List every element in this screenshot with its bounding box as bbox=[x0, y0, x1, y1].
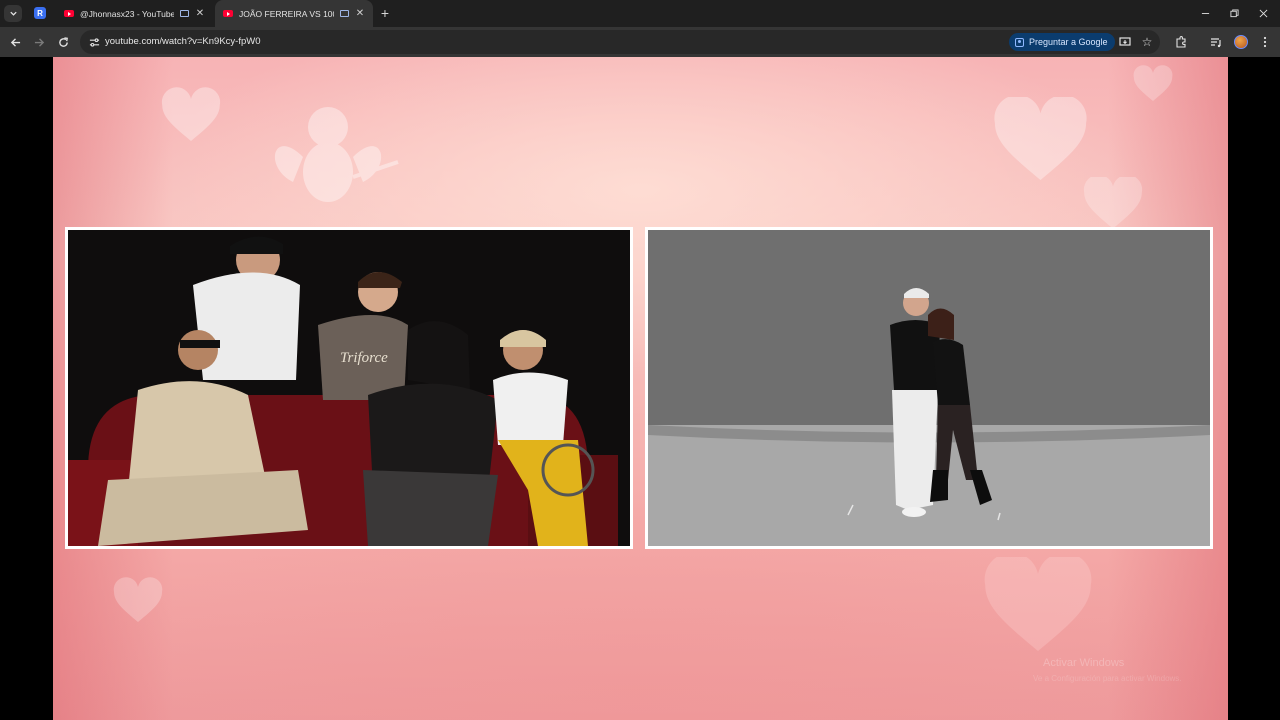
heart-decoration-icon bbox=[993, 94, 1088, 187]
video-frame-left: Triforce bbox=[65, 227, 633, 549]
close-tab-icon[interactable]: ✕ bbox=[355, 8, 365, 19]
media-controls-icon[interactable] bbox=[1209, 35, 1223, 49]
windows-activation-subtitle: Ve a Configuración para activar Windows. bbox=[1033, 674, 1182, 683]
address-bar[interactable]: youtube.com/watch?v=Kn9Kcy-fpW0 Pregunta… bbox=[80, 30, 1160, 54]
cupid-decoration-icon bbox=[253, 87, 403, 227]
new-tab-icon[interactable]: + bbox=[378, 6, 392, 20]
ask-google-label: Preguntar a Google bbox=[1029, 37, 1108, 47]
more-menu-icon[interactable] bbox=[1258, 35, 1272, 49]
extensions-puzzle-icon[interactable] bbox=[1174, 35, 1188, 49]
heart-decoration-icon bbox=[161, 87, 221, 147]
google-lens-icon bbox=[1015, 37, 1024, 47]
tab-active-video[interactable]: JOÃO FERREIRA VS 100 MU ✕ bbox=[215, 0, 373, 27]
video-frame-right bbox=[645, 227, 1213, 549]
site-settings-icon[interactable] bbox=[88, 36, 100, 48]
heart-decoration-icon bbox=[983, 552, 1093, 657]
forward-arrow-icon[interactable] bbox=[31, 34, 47, 50]
heart-decoration-icon bbox=[1083, 174, 1143, 232]
shirt-text: Triforce bbox=[340, 350, 388, 366]
heart-decoration-icon bbox=[113, 577, 163, 627]
heart-decoration-icon bbox=[1133, 65, 1173, 105]
video-player[interactable]: Triforce Activar Windows Ve a Configurac… bbox=[53, 57, 1228, 720]
tab-title: @Jhonnasx23 - YouTube bbox=[80, 8, 174, 19]
tab-strip: R @Jhonnasx23 - YouTube ✕ JOÃO FERREIRA … bbox=[0, 0, 1280, 27]
browser-toolbar: youtube.com/watch?v=Kn9Kcy-fpW0 Pregunta… bbox=[0, 27, 1280, 57]
chevron-down-icon bbox=[9, 11, 17, 16]
restore-icon[interactable] bbox=[1227, 6, 1241, 20]
install-app-icon[interactable] bbox=[1118, 35, 1132, 49]
tab-search-button[interactable] bbox=[4, 5, 22, 22]
url-text[interactable]: youtube.com/watch?v=Kn9Kcy-fpW0 bbox=[105, 36, 261, 47]
picture-in-picture-icon bbox=[180, 10, 189, 17]
ask-google-button[interactable]: Preguntar a Google bbox=[1009, 33, 1115, 51]
close-window-icon[interactable] bbox=[1256, 6, 1270, 20]
page-content: Triforce Activar Windows Ve a Configurac… bbox=[0, 57, 1280, 720]
bookmark-star-icon[interactable]: ☆ bbox=[1140, 35, 1154, 49]
windows-activation-watermark: Activar Windows bbox=[1043, 657, 1125, 669]
tab-title: JOÃO FERREIRA VS 100 MU bbox=[239, 8, 334, 19]
youtube-favicon-icon bbox=[223, 10, 233, 17]
pinned-profile-icon[interactable]: R bbox=[34, 7, 46, 19]
reload-icon[interactable] bbox=[55, 34, 71, 50]
profile-avatar[interactable] bbox=[1234, 35, 1248, 49]
tab-youtube-channel[interactable]: @Jhonnasx23 - YouTube ✕ bbox=[56, 0, 213, 27]
picture-in-picture-icon bbox=[340, 10, 349, 17]
youtube-favicon-icon bbox=[64, 10, 74, 17]
back-arrow-icon[interactable] bbox=[7, 34, 23, 50]
minimize-icon[interactable] bbox=[1198, 6, 1212, 20]
close-tab-icon[interactable]: ✕ bbox=[195, 8, 205, 19]
